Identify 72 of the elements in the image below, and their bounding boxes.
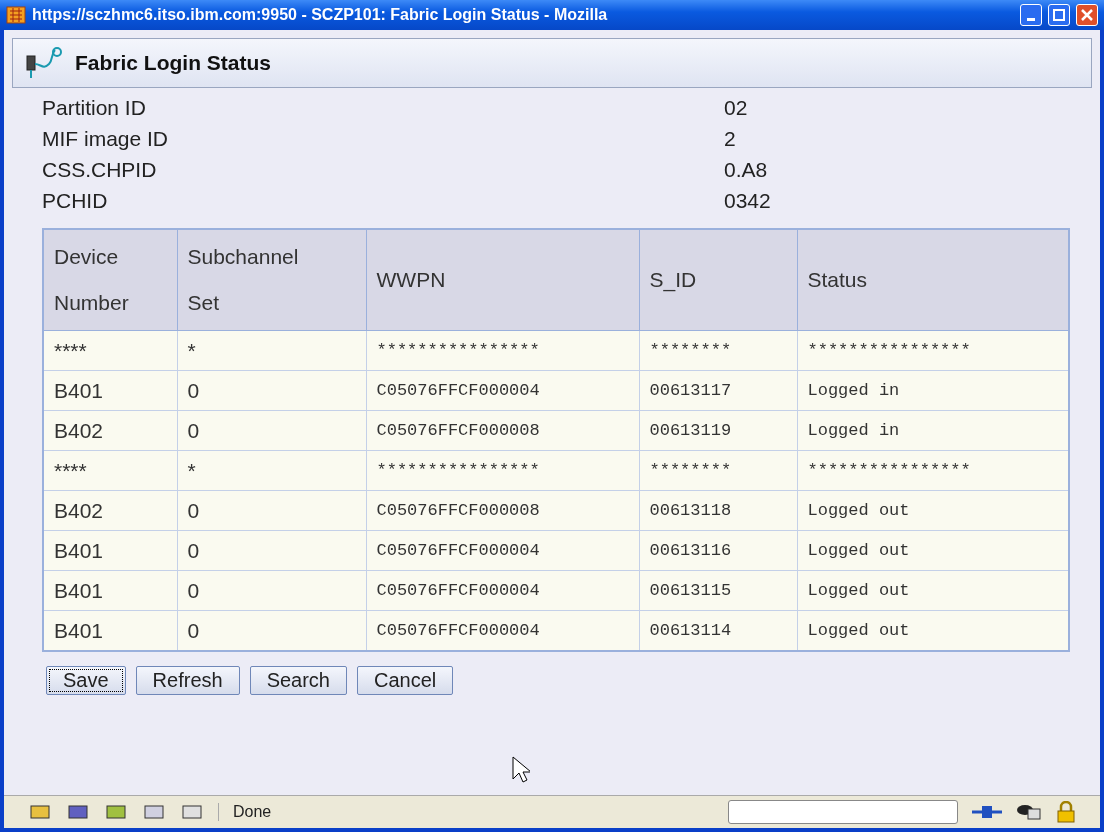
info-label: CSS.CHPID xyxy=(42,157,158,183)
close-button[interactable] xyxy=(1076,4,1098,26)
column-header: Subchannel Set xyxy=(177,229,366,331)
action-button[interactable]: Search xyxy=(249,666,347,695)
table-cell: C05076FFCF000004 xyxy=(366,370,639,411)
table-cell: **** xyxy=(43,450,177,491)
app-icon xyxy=(6,5,26,25)
table-cell: 00613116 xyxy=(639,530,797,571)
maximize-icon xyxy=(1052,8,1066,22)
plug-icon xyxy=(972,804,1002,820)
table-cell: C05076FFCF000004 xyxy=(366,610,639,651)
table-cell: ******** xyxy=(639,450,797,491)
table-cell: C05076FFCF000004 xyxy=(366,570,639,611)
table-cell: Logged out xyxy=(797,530,1069,571)
action-button[interactable]: Cancel xyxy=(357,666,454,695)
info-value: 02 xyxy=(724,95,749,121)
table-cell: **************** xyxy=(366,330,639,371)
table-cell: Logged out xyxy=(797,490,1069,531)
table-cell: 00613118 xyxy=(639,490,797,531)
table-cell: 0 xyxy=(177,530,366,571)
table-cell: **************** xyxy=(366,450,639,491)
table-cell: C05076FFCF000008 xyxy=(366,490,639,531)
table-cell: **************** xyxy=(797,330,1069,371)
table-cell: B402 xyxy=(43,490,177,531)
info-value: 2 xyxy=(724,126,737,152)
column-header: WWPN xyxy=(366,229,639,331)
table-cell: B401 xyxy=(43,610,177,651)
table-cell: Logged in xyxy=(797,370,1069,411)
table-cell: 0 xyxy=(177,490,366,531)
info-label: PCHID xyxy=(42,188,109,214)
table-cell: **** xyxy=(43,330,177,371)
table-cell: B401 xyxy=(43,570,177,611)
table-cell: Logged out xyxy=(797,610,1069,651)
info-value: 0342 xyxy=(724,188,772,214)
table-cell: 0 xyxy=(177,370,366,411)
table-cell: Logged out xyxy=(797,570,1069,611)
table-cell: C05076FFCF000004 xyxy=(366,530,639,571)
action-button[interactable]: Save xyxy=(46,666,126,695)
close-icon xyxy=(1080,8,1094,22)
info-label: Partition ID xyxy=(42,95,147,121)
table-cell: 00613115 xyxy=(639,570,797,611)
table-cell: 00613119 xyxy=(639,410,797,451)
maximize-button[interactable] xyxy=(1048,4,1070,26)
table-cell: B401 xyxy=(43,530,177,571)
table-cell: 0 xyxy=(177,610,366,651)
table-cell: **************** xyxy=(797,450,1069,491)
page-title: Fabric Login Status xyxy=(75,51,271,75)
eye-icon xyxy=(1016,803,1042,821)
info-value: 0.A8 xyxy=(724,157,769,183)
column-header: Device Number xyxy=(43,229,177,331)
info-label: MIF image ID xyxy=(42,126,170,152)
mouse-cursor-icon xyxy=(512,756,530,784)
minimize-icon xyxy=(1027,17,1035,21)
status-text: Done xyxy=(218,803,272,821)
column-header: Status xyxy=(797,229,1069,331)
table-cell: * xyxy=(177,330,366,371)
table-cell: 0 xyxy=(177,410,366,451)
column-header: S_ID xyxy=(639,229,797,331)
lock-icon xyxy=(1056,801,1076,823)
table-cell: B401 xyxy=(43,370,177,411)
table-cell: C05076FFCF000008 xyxy=(366,410,639,451)
minimize-button[interactable] xyxy=(1020,4,1042,26)
table-cell: Logged in xyxy=(797,410,1069,451)
table-cell: 00613117 xyxy=(639,370,797,411)
table-cell: 0 xyxy=(177,570,366,611)
stethoscope-icon xyxy=(25,46,65,80)
table-cell: B402 xyxy=(43,410,177,451)
table-cell: ******** xyxy=(639,330,797,371)
table-cell: 00613114 xyxy=(639,610,797,651)
action-button[interactable]: Refresh xyxy=(135,666,240,695)
table-cell: * xyxy=(177,450,366,491)
window-title: https://sczhmc6.itso.ibm.com:9950 - SCZP101: Fabric Login Status - Mozilla xyxy=(32,6,609,24)
